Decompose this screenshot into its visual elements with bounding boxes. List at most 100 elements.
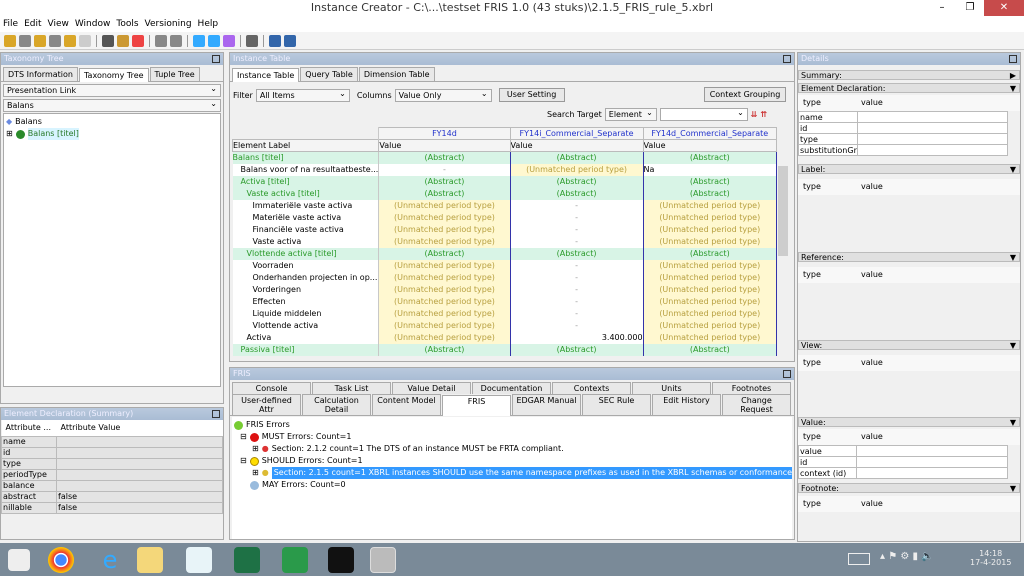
- menu-file[interactable]: File: [0, 16, 21, 32]
- minimize-button[interactable]: –: [928, 0, 956, 16]
- context-header[interactable]: FY14d_Commercial_Separate: [642, 127, 778, 140]
- value-cell[interactable]: (Unmatched period type): [378, 199, 511, 212]
- toolbar-button-icon[interactable]: [132, 34, 144, 47]
- search-next-icon[interactable]: ⇊: [751, 110, 758, 119]
- tab-fris[interactable]: FRIS: [442, 395, 511, 416]
- maximize-icon[interactable]: [783, 55, 791, 63]
- value-cell[interactable]: (Abstract): [643, 175, 778, 188]
- value-cell[interactable]: (Abstract): [510, 151, 644, 164]
- tab-content-model[interactable]: Content Model: [372, 394, 441, 415]
- maximize-icon[interactable]: [1009, 55, 1017, 63]
- table-row[interactable]: Onderhanden projecten in op... (Unmatched…: [232, 271, 778, 284]
- keyboard-icon[interactable]: [848, 553, 870, 565]
- toolbar-button-icon[interactable]: [193, 34, 205, 47]
- value-cell[interactable]: (Abstract): [643, 187, 778, 200]
- spreadsheet-icon[interactable]: [282, 547, 308, 573]
- excel-icon[interactable]: [234, 547, 260, 573]
- tab-calculation-detail[interactable]: Calculation Detail: [302, 394, 371, 415]
- value-cell[interactable]: (Unmatched period type): [643, 211, 778, 224]
- value-cell[interactable]: -: [510, 307, 644, 320]
- link-select[interactable]: Presentation Link: [3, 83, 221, 97]
- tab-value-detail[interactable]: Value Detail: [392, 382, 471, 394]
- value-cell[interactable]: (Abstract): [510, 247, 644, 260]
- ie-icon[interactable]: e: [97, 547, 123, 573]
- value-cell[interactable]: (Abstract): [510, 187, 644, 200]
- must-errors[interactable]: ⊟ MUST Errors: Count=1: [234, 431, 790, 443]
- detail-row[interactable]: value: [798, 445, 1008, 457]
- filter-select[interactable]: All Items: [255, 88, 350, 102]
- expand-icon[interactable]: ⊞: [252, 443, 259, 455]
- value-cell[interactable]: -: [510, 319, 644, 332]
- tab-query-table[interactable]: Query Table: [300, 67, 358, 81]
- toolbar-button-icon[interactable]: [155, 34, 167, 47]
- value-header[interactable]: Value: [642, 139, 778, 152]
- element-label[interactable]: Vlottende activa: [232, 319, 380, 332]
- attribute-row[interactable]: id: [1, 446, 223, 459]
- value-cell[interactable]: (Abstract): [378, 247, 511, 260]
- toolbar-button-icon[interactable]: [117, 34, 129, 47]
- toolbar-button-icon[interactable]: [4, 34, 16, 47]
- element-label[interactable]: Voorraden: [232, 259, 380, 272]
- tree-root[interactable]: ◆ Balans: [6, 116, 218, 128]
- table-row[interactable]: Vorderingen (Unmatched period type) - (Unma…: [232, 283, 778, 296]
- element-label[interactable]: Immateriële vaste activa: [232, 199, 380, 212]
- column-header[interactable]: Attribute ...: [1, 420, 57, 436]
- element-label[interactable]: Balans [titel]: [232, 151, 380, 164]
- should-errors[interactable]: ⊟ SHOULD Errors: Count=1: [234, 455, 790, 467]
- value-cell[interactable]: (Unmatched period type): [643, 271, 778, 284]
- menu-view[interactable]: View: [45, 16, 72, 32]
- expand-icon[interactable]: ⊞: [252, 467, 259, 479]
- value-cell[interactable]: -: [510, 295, 644, 308]
- table-row[interactable]: Passiva [titel] (Abstract) (Abstract) (Abst…: [232, 343, 778, 356]
- tab-instance-table[interactable]: Instance Table: [232, 68, 300, 82]
- value-cell[interactable]: (Unmatched period type): [643, 295, 778, 308]
- toolbar-button-icon[interactable]: [269, 34, 281, 47]
- table-row[interactable]: Effecten (Unmatched period type) - (Unmatch…: [232, 295, 778, 308]
- collapse-icon[interactable]: ⊟: [240, 431, 247, 443]
- search-input[interactable]: [659, 107, 748, 121]
- fris-root[interactable]: FRIS Errors: [234, 419, 790, 431]
- table-row[interactable]: Activa (Unmatched period type) 3.400.000 (U…: [232, 331, 778, 344]
- chrome-icon[interactable]: [48, 547, 74, 573]
- value-cell[interactable]: (Unmatched period type): [643, 283, 778, 296]
- value-cell[interactable]: (Unmatched period type): [643, 259, 778, 272]
- value-cell[interactable]: -: [510, 259, 644, 272]
- table-row[interactable]: Materiële vaste activa (Unmatched period …: [232, 211, 778, 224]
- tray-icons[interactable]: ▴ ⚑ ⚙ ▮ 🔈: [880, 551, 934, 562]
- table-row[interactable]: Vaste activa (Unmatched period type) - (Unm…: [232, 235, 778, 248]
- maximize-icon[interactable]: [212, 55, 220, 63]
- arelle-icon[interactable]: [186, 547, 212, 573]
- toolbar-button-icon[interactable]: [19, 34, 31, 47]
- value-cell[interactable]: (Unmatched period type): [378, 295, 511, 308]
- maximize-icon[interactable]: [212, 410, 220, 418]
- search-target-select[interactable]: Element: [604, 107, 657, 121]
- label-section[interactable]: Label: ▼: [798, 164, 1020, 174]
- table-row[interactable]: Liquide middelen (Unmatched period type) -…: [232, 307, 778, 320]
- element-label[interactable]: Effecten: [232, 295, 380, 308]
- tab-dts-information[interactable]: DTS Information: [3, 67, 78, 81]
- element-label[interactable]: Vlottende activa [titel]: [232, 247, 380, 260]
- toolbar-button-icon[interactable]: [246, 34, 258, 47]
- value-cell[interactable]: (Abstract): [643, 247, 778, 260]
- reference-section[interactable]: Reference: ▼: [798, 252, 1020, 262]
- value-cell[interactable]: (Unmatched period type): [378, 223, 511, 236]
- user-setting-button[interactable]: User Setting: [498, 88, 565, 102]
- tab-console[interactable]: Console: [232, 382, 311, 394]
- scrollbar-thumb[interactable]: [778, 166, 788, 256]
- role-select[interactable]: Balans: [3, 98, 221, 112]
- tab-user-defined-attr[interactable]: User-defined Attr: [232, 394, 301, 415]
- tab-sec-rule[interactable]: SEC Rule: [582, 394, 651, 415]
- table-scrollbar[interactable]: [778, 154, 788, 358]
- value-cell[interactable]: (Unmatched period type): [378, 211, 511, 224]
- value-cell[interactable]: (Unmatched period type): [378, 319, 511, 332]
- context-grouping-button[interactable]: Context Grouping: [704, 87, 786, 102]
- value-cell[interactable]: (Abstract): [378, 175, 511, 188]
- value-cell[interactable]: (Abstract): [378, 151, 511, 164]
- value-cell[interactable]: (Abstract): [378, 343, 511, 356]
- value-cell[interactable]: -: [510, 211, 644, 224]
- value-cell[interactable]: (Abstract): [378, 187, 511, 200]
- element-label[interactable]: Vaste activa: [232, 235, 380, 248]
- clock[interactable]: 14:18 17-4-2015: [970, 549, 1011, 567]
- element-label[interactable]: Vorderingen: [232, 283, 380, 296]
- value-cell[interactable]: (Unmatched period type): [643, 223, 778, 236]
